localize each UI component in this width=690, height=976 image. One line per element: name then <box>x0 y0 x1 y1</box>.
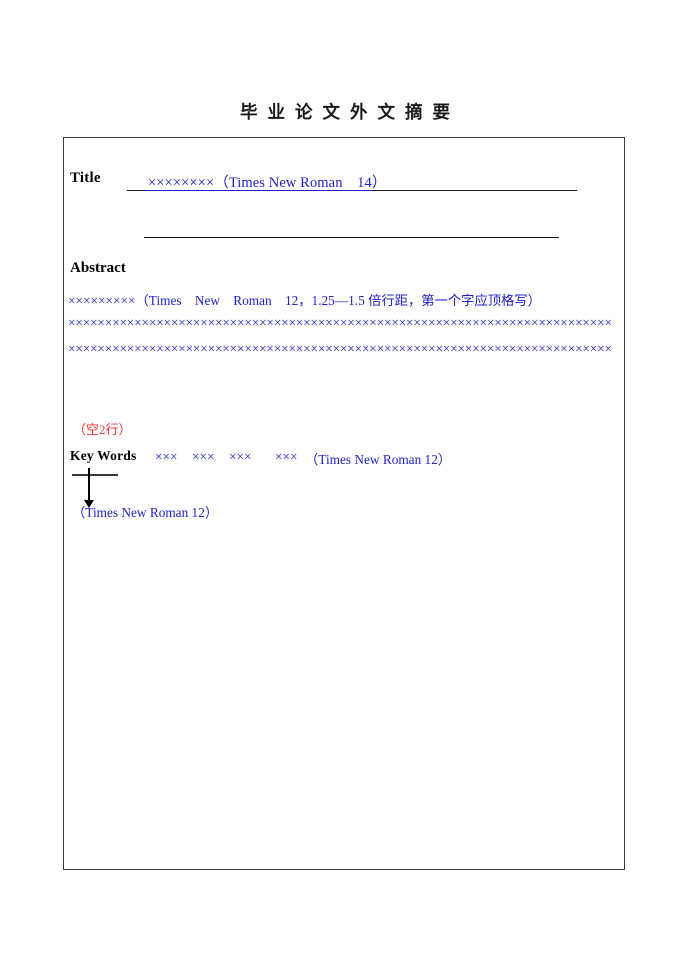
title-field-row: Title ××××××××（Times New Roman 14） <box>70 170 620 194</box>
abstract-section-label: Abstract <box>70 260 126 276</box>
keywords-font-annotation: （Times New Roman 12） <box>305 452 452 467</box>
blank-lines-annotation: （空2行） <box>73 422 132 437</box>
title-field-input[interactable]: ××××××××（Times New Roman 14） <box>127 171 577 192</box>
title-underline-blue-segment <box>145 190 373 192</box>
annotation-arrow-shaft <box>88 468 90 502</box>
title-underline-right-segment <box>373 190 577 192</box>
abstract-body-line-2: ××××××××××××××××××××××××××××××××××××××××… <box>68 315 612 330</box>
keywords-underline-rule <box>72 474 118 476</box>
keyword-term-3: ××× <box>229 449 252 464</box>
keyword-term-4: ××× <box>275 449 298 464</box>
page-title: 毕业论文外文摘要 <box>240 103 460 123</box>
annotation-arrow-target-note: （Times New Roman 12） <box>72 505 219 520</box>
keyword-term-2: ××× <box>192 449 215 464</box>
abstract-form-box: Title ××××××××（Times New Roman 14） Abstr… <box>63 137 625 870</box>
title-field-label: Title <box>70 170 101 186</box>
keyword-term-1: ××× <box>155 449 178 464</box>
title-field-value: ××××××××（Times New Roman 14） <box>148 175 387 191</box>
title-underline-left-segment <box>127 190 145 192</box>
title-second-blank-line[interactable] <box>144 237 559 239</box>
keywords-field-row: Key Words ××× ××× ××× ××× （Times New Rom… <box>70 448 610 470</box>
abstract-body-line-3: ××××××××××××××××××××××××××××××××××××××××… <box>68 341 612 356</box>
keywords-label: Key Words <box>70 448 137 463</box>
abstract-body-line-1: ×××××××××（Times New Roman 12，1.25—1.5 倍行… <box>68 293 541 308</box>
